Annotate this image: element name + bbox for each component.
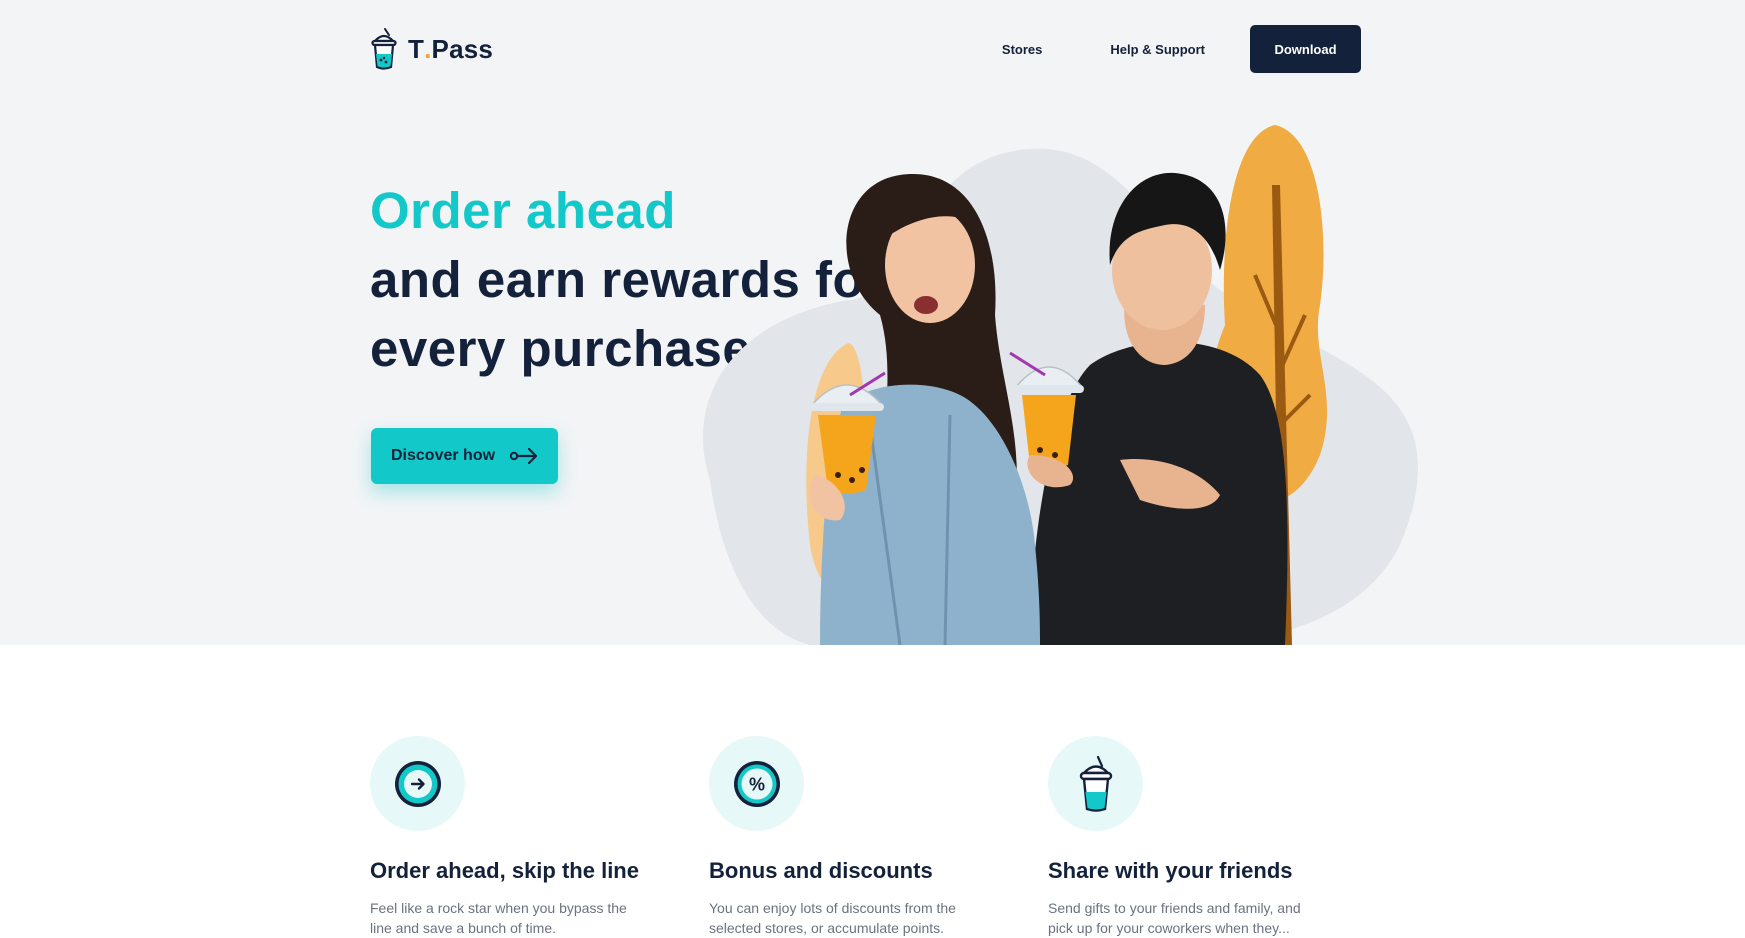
brand-name-rest: Pass xyxy=(431,33,494,64)
hero-illustration xyxy=(702,125,1418,645)
nav-link-help-support[interactable]: Help & Support xyxy=(1110,42,1205,57)
feature-description: Feel like a rock star when you bypass th… xyxy=(370,900,627,936)
bubble-tea-logo-icon xyxy=(371,28,397,70)
feature-bonus-discounts: % Bonus and discounts You can enjoy lots… xyxy=(709,736,1009,938)
brand-name-main: T xyxy=(408,33,425,64)
hero-section: T. Pass Stores Help & Support Download Or… xyxy=(0,0,1745,645)
feature-title: Share with your friends xyxy=(1048,858,1293,883)
arrow-right-icon xyxy=(509,447,538,465)
bubble-tea-cup-icon xyxy=(1079,755,1112,812)
feature-order-ahead: Order ahead, skip the line Feel like a r… xyxy=(370,736,670,938)
brand-name: T. Pass xyxy=(408,34,493,65)
headline-line-3-text: every purchase xyxy=(370,320,752,377)
feature-title: Bonus and discounts xyxy=(709,858,933,883)
percent-icon: % xyxy=(733,760,780,807)
svg-text:%: % xyxy=(748,774,764,794)
feature-description: Send gifts to your friends and family, a… xyxy=(1048,900,1301,936)
feature-description: You can enjoy lots of discounts from the… xyxy=(709,900,956,936)
nav-link-stores[interactable]: Stores xyxy=(1002,42,1042,57)
feature-title: Order ahead, skip the line xyxy=(370,858,639,883)
discover-how-label: Discover how xyxy=(391,447,496,464)
top-nav: Stores Help & Support Download xyxy=(1002,25,1361,73)
discover-how-button[interactable]: Discover how xyxy=(371,428,558,484)
feature-icon-circle xyxy=(370,736,465,831)
feature-icon-circle xyxy=(1048,736,1143,831)
feature-share-friends: Share with your friends Send gifts to yo… xyxy=(1048,736,1348,938)
feature-icon-circle: % xyxy=(709,736,804,831)
brand-name-dot: . xyxy=(424,33,432,64)
brand-logo[interactable]: T. Pass xyxy=(370,26,493,72)
arrow-circle-icon xyxy=(394,760,441,807)
download-button[interactable]: Download xyxy=(1250,25,1361,73)
